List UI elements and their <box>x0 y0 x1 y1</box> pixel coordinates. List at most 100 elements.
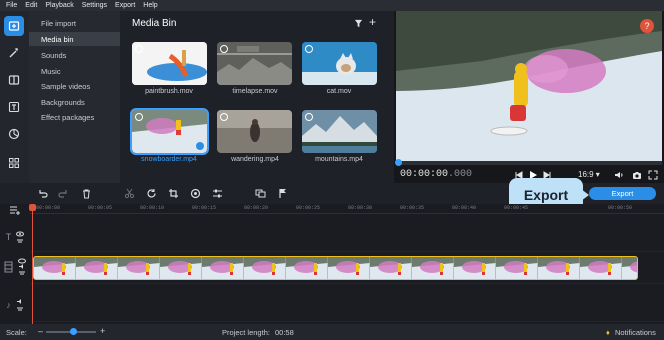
timeline[interactable]: 00:00:00 00:00:05 00:00:10 00:00:15 00:0… <box>0 204 664 324</box>
media-item-mountains[interactable] <box>302 110 377 153</box>
timelapse-thumbnail <box>217 42 292 85</box>
media-bin-panel: Media Bin + paintbrush.mov timelapse.mov… <box>120 11 394 183</box>
media-item-snowboarder[interactable] <box>130 108 209 155</box>
category-music[interactable]: Music <box>29 64 120 78</box>
video-clip[interactable] <box>33 256 638 280</box>
transitions-icon <box>8 75 20 85</box>
time-ruler[interactable]: 00:00:00 00:00:05 00:00:10 00:00:15 00:0… <box>30 204 664 214</box>
redo-icon[interactable] <box>58 188 69 199</box>
ruler-tick: 00:00:15 <box>192 205 217 211</box>
timecode: 00:00:00.000 <box>400 169 472 180</box>
music-note-icon: ♪ <box>6 300 11 310</box>
audio-track-controls-icon[interactable] <box>16 298 24 312</box>
notifications-link[interactable]: Notifications <box>615 328 656 337</box>
rotate-icon[interactable] <box>146 188 157 199</box>
ruler-tick: 00:00:40 <box>452 205 477 211</box>
category-backgrounds[interactable]: Backgrounds <box>29 95 120 109</box>
crop-icon[interactable] <box>168 188 179 199</box>
cut-icon[interactable] <box>124 188 135 199</box>
menu-export[interactable]: Export <box>115 2 135 9</box>
video-preview[interactable] <box>396 11 662 161</box>
fullscreen-button[interactable] <box>648 169 658 181</box>
undo-icon[interactable] <box>37 188 48 199</box>
aspect-ratio-select[interactable]: 16:9 ▾ <box>578 170 600 179</box>
menu-file[interactable]: File <box>6 2 17 9</box>
aspect-ratio-value: 16:9 <box>578 170 594 179</box>
volume-button[interactable] <box>614 169 624 181</box>
status-bar: Scale: – + Project length: 00:58 ♦ Notif… <box>0 324 664 340</box>
media-item-label: timelapse.mov <box>232 88 278 95</box>
media-item-cat[interactable] <box>302 42 377 85</box>
zoom-slider-handle[interactable] <box>70 328 77 335</box>
category-sounds[interactable]: Sounds <box>29 48 120 62</box>
filters-tool-button[interactable] <box>4 43 24 63</box>
media-item-wandering[interactable] <box>217 110 292 153</box>
titles-icon <box>8 101 20 113</box>
snapshot-button[interactable] <box>632 169 642 181</box>
overlay-icon[interactable] <box>255 188 266 199</box>
wandering-thumbnail <box>217 110 292 153</box>
filter-icon[interactable] <box>354 19 363 28</box>
project-length-label: Project length: <box>222 328 270 337</box>
import-icon <box>8 21 20 31</box>
more-tools-icon <box>9 158 19 168</box>
ruler-tick: 00:00:50 <box>608 205 633 211</box>
category-file-import[interactable]: File import <box>29 16 120 30</box>
marker-flag-icon[interactable] <box>277 188 288 199</box>
delete-icon[interactable] <box>81 188 92 199</box>
item-marker-icon <box>135 113 143 121</box>
zoom-out-icon[interactable]: – <box>38 326 43 336</box>
selected-check-icon <box>196 142 204 150</box>
video-track-icon <box>4 261 13 273</box>
preview-player: ? 00:00:00.000 16:9 ▾ <box>394 11 664 183</box>
clip-filmstrip <box>34 257 637 279</box>
menu-playback[interactable]: Playback <box>45 2 73 9</box>
item-marker-icon <box>220 113 228 121</box>
fullscreen-icon <box>648 170 658 180</box>
visibility-icon[interactable] <box>16 230 25 244</box>
ruler-tick: 00:00:00 <box>36 205 61 211</box>
media-item-label: cat.mov <box>326 88 352 95</box>
menu-help[interactable]: Help <box>143 2 157 9</box>
color-adjust-icon[interactable] <box>190 188 201 199</box>
item-marker-icon <box>135 45 143 53</box>
media-item-paintbrush[interactable] <box>132 42 207 85</box>
title-track[interactable] <box>30 226 664 252</box>
stickers-tool-button[interactable] <box>4 124 24 144</box>
tools-sidebar <box>0 11 29 183</box>
titles-tool-button[interactable] <box>4 97 24 117</box>
category-list: File import Media bin Sounds Music Sampl… <box>29 11 120 183</box>
category-sample-videos[interactable]: Sample videos <box>29 79 120 93</box>
media-bin-title: Media Bin <box>132 18 177 29</box>
item-marker-icon <box>220 45 228 53</box>
add-track-icon[interactable] <box>9 205 21 215</box>
category-media-bin[interactable]: Media bin <box>29 32 120 46</box>
media-item-timelapse[interactable] <box>217 42 292 85</box>
video-track-controls-icon[interactable] <box>18 258 26 276</box>
media-item-label: mountains.mp4 <box>315 156 363 163</box>
ruler-tick: 00:00:10 <box>140 205 165 211</box>
paintbrush-thumbnail <box>132 42 207 85</box>
ruler-tick: 00:00:20 <box>244 205 269 211</box>
callout-pointer <box>581 189 589 201</box>
more-tools-button[interactable] <box>4 153 24 173</box>
cat-thumbnail <box>302 42 377 85</box>
import-tool-button[interactable] <box>4 16 24 36</box>
add-media-button[interactable]: + <box>369 16 376 28</box>
transitions-tool-button[interactable] <box>4 70 24 90</box>
menu-edit[interactable]: Edit <box>25 2 37 9</box>
menu-settings[interactable]: Settings <box>82 2 107 9</box>
audio-track[interactable] <box>30 286 664 322</box>
help-button[interactable]: ? <box>640 19 654 33</box>
export-button[interactable]: Export <box>589 187 656 200</box>
menu-bar: File Edit Playback Settings Export Help <box>0 0 664 11</box>
zoom-in-icon[interactable]: + <box>100 326 105 336</box>
clip-properties-icon[interactable] <box>212 188 223 199</box>
scrubber-handle[interactable] <box>395 159 402 166</box>
camera-icon <box>633 172 641 179</box>
playhead[interactable] <box>32 204 33 324</box>
ruler-tick: 00:00:25 <box>296 205 321 211</box>
category-effect-packages[interactable]: Effect packages <box>29 110 120 124</box>
bell-icon[interactable]: ♦ <box>606 328 610 337</box>
preview-scrubber[interactable] <box>395 159 662 166</box>
